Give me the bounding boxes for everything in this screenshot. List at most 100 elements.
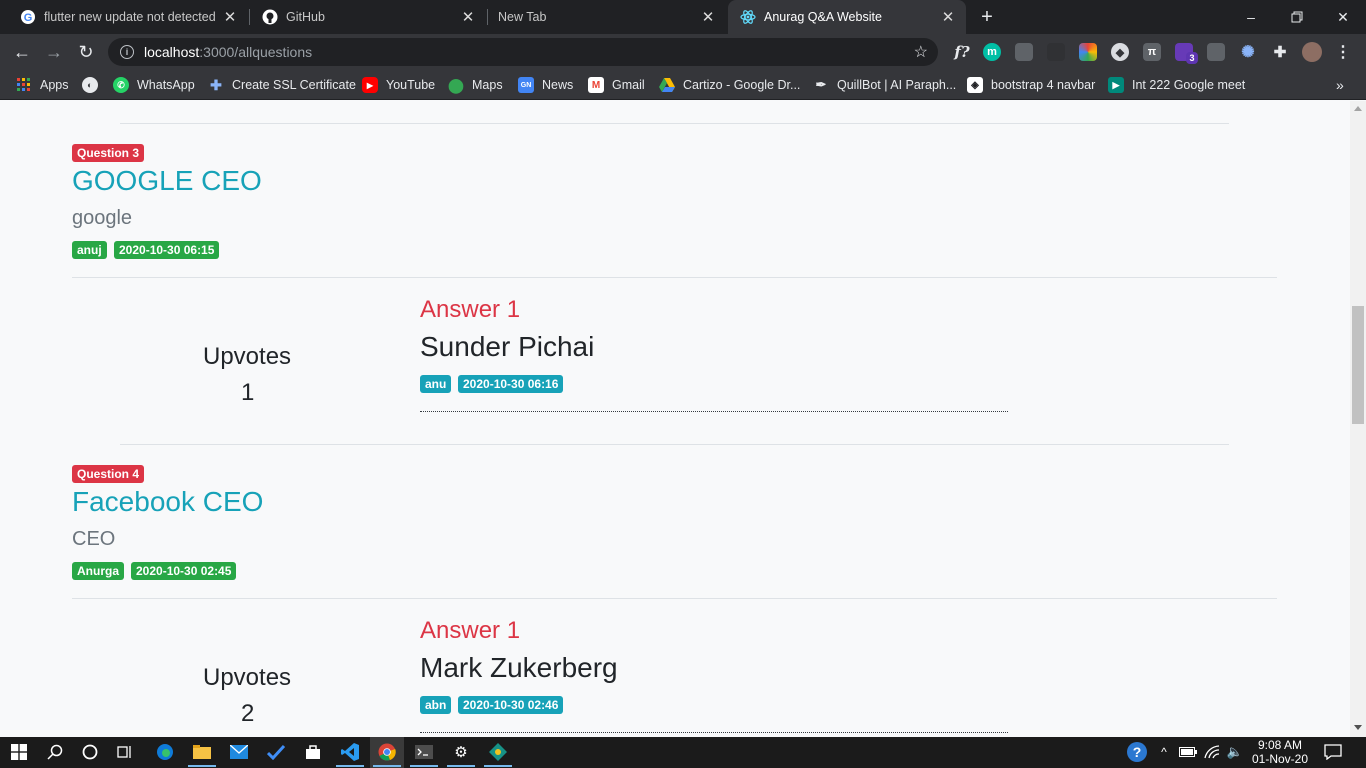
puzzle-extensions-icon[interactable]: ✚: [1271, 43, 1289, 61]
browser-toolbar: ← → ↻ i localhost:3000/allquestions ☆ f?…: [0, 34, 1366, 70]
scroll-up-arrow-icon[interactable]: [1354, 106, 1362, 111]
settings-gear-icon[interactable]: ⚙: [450, 741, 472, 763]
bookmark-youtube[interactable]: ▶ YouTube: [362, 76, 435, 94]
scrollbar-thumb[interactable]: [1352, 306, 1364, 424]
bookmark-label: Cartizo - Google Dr...: [683, 78, 801, 92]
bookmark-news[interactable]: GN News: [518, 76, 573, 94]
forward-arrow-icon[interactable]: →: [41, 39, 67, 65]
running-app-indicator: [188, 765, 216, 767]
url-text: localhost:3000/allquestions: [144, 44, 312, 60]
office-extension-icon[interactable]: [1207, 43, 1225, 61]
close-icon[interactable]: ✕: [220, 7, 240, 27]
new-tab-button[interactable]: +: [976, 6, 998, 28]
volume-icon[interactable]: 🔈: [1224, 741, 1246, 763]
react-icon: [740, 9, 756, 25]
address-bar[interactable]: i localhost:3000/allquestions ☆: [108, 38, 938, 66]
answer-author-badge: abn: [420, 696, 452, 714]
sparkle-extension-icon[interactable]: ✺: [1239, 43, 1257, 61]
bookmark-quillbot[interactable]: ✒ QuillBot | AI Paraph...: [813, 76, 957, 94]
terminal-icon[interactable]: [413, 741, 435, 763]
show-hidden-icons-chevron-icon[interactable]: ^: [1153, 741, 1175, 763]
bookmarks-overflow-chevron-icon[interactable]: »: [1336, 76, 1344, 94]
todo-check-icon[interactable]: [265, 741, 287, 763]
chrome-icon[interactable]: [376, 741, 398, 763]
quill-icon: ✒: [815, 77, 827, 92]
bookmark-maps[interactable]: ⬤ Maps: [448, 76, 502, 94]
bookmark-whatsapp[interactable]: ✆ WhatsApp: [113, 76, 195, 94]
tab-github[interactable]: GitHub ✕: [250, 0, 486, 34]
bookmark-star-icon[interactable]: ☆: [914, 42, 928, 62]
dark-extension-icon[interactable]: [1047, 43, 1065, 61]
edge-icon[interactable]: [154, 741, 176, 763]
pi-extension-icon[interactable]: π: [1143, 43, 1161, 61]
upvotes-count: 1: [241, 379, 255, 406]
upvotes-label: Upvotes: [203, 664, 292, 691]
tab-title: New Tab: [498, 10, 547, 24]
bookmark-cartizo[interactable]: Cartizo - Google Dr...: [659, 76, 800, 94]
bookmark-google-meet[interactable]: ▶ Int 222 Google meet: [1108, 76, 1245, 94]
window-close-button[interactable]: ✕: [1320, 0, 1366, 34]
tab-flutter[interactable]: G flutter new update not detected ✕: [8, 0, 248, 34]
question-title[interactable]: Facebook CEO: [72, 486, 263, 518]
vscode-icon[interactable]: [339, 741, 361, 763]
m-extension-icon[interactable]: m: [983, 43, 1001, 61]
answer-label: Answer 1: [420, 617, 521, 644]
bookmark-apps[interactable]: Apps: [16, 76, 69, 94]
bookmark-gmail[interactable]: M Gmail: [588, 76, 645, 94]
answer-author-badge: anu: [420, 375, 452, 393]
running-app-indicator: [373, 765, 401, 767]
question-author-badge: Anurga: [72, 562, 124, 580]
store-icon[interactable]: [302, 741, 324, 763]
svg-text:?: ?: [1133, 744, 1142, 760]
formula-extension-icon[interactable]: f?: [951, 43, 973, 61]
tab-anurag-qa[interactable]: Anurag Q&A Website ✕: [728, 0, 966, 34]
bookmark-label: YouTube: [386, 78, 436, 92]
bookmark-label: Int 222 Google meet: [1132, 78, 1246, 92]
back-arrow-icon[interactable]: ←: [9, 39, 35, 65]
compass-extension-icon[interactable]: ◆: [1111, 43, 1129, 61]
bookmark-globe[interactable]: ◐: [82, 76, 106, 94]
page-scrollbar[interactable]: [1350, 101, 1366, 737]
bookmark-create-ssl[interactable]: ✚ Create SSL Certificate: [208, 76, 356, 94]
restore-button[interactable]: [1274, 0, 1320, 34]
reload-icon[interactable]: ↻: [73, 39, 99, 65]
answer-divider: [72, 598, 1277, 599]
scroll-down-arrow-icon[interactable]: [1354, 725, 1362, 730]
notifications-icon[interactable]: [1322, 741, 1344, 763]
close-icon[interactable]: ✕: [458, 7, 478, 27]
answer-label: Answer 1: [420, 296, 521, 323]
menu-kebab-icon[interactable]: ⋮: [1334, 43, 1352, 61]
minimize-button[interactable]: –: [1228, 0, 1274, 34]
system-clock[interactable]: 9:08 AM 01-Nov-20: [1244, 738, 1316, 766]
file-explorer-icon[interactable]: [191, 741, 213, 763]
profile-avatar[interactable]: [1302, 42, 1322, 62]
maps-icon: ⬤: [448, 76, 464, 93]
answer-date-badge: 2020-10-30 02:46: [458, 696, 564, 714]
color-picker-extension-icon[interactable]: [1079, 43, 1097, 61]
question-title[interactable]: GOOGLE CEO: [72, 165, 262, 197]
close-icon[interactable]: ✕: [938, 7, 958, 27]
gray-extension-icon[interactable]: [1015, 43, 1033, 61]
youtube-icon: ▶: [362, 77, 378, 93]
bookmark-label: Create SSL Certificate: [232, 78, 356, 92]
all-questions-page: Question 3 GOOGLE CEO google anuj 2020-1…: [0, 101, 1350, 737]
google-icon: G: [20, 9, 36, 25]
puzzle-icon: ✚: [210, 76, 222, 93]
running-app-indicator: [410, 765, 438, 767]
close-icon[interactable]: ✕: [698, 7, 718, 27]
windows-start-icon[interactable]: [8, 741, 30, 763]
bookmarks-bar: Apps ◐ ✆ WhatsApp ✚ Create SSL Certificate…: [0, 70, 1366, 100]
battery-icon[interactable]: [1177, 741, 1199, 763]
cortana-icon[interactable]: [79, 741, 101, 763]
tab-new-tab[interactable]: New Tab ✕: [488, 0, 726, 34]
search-icon[interactable]: [44, 741, 66, 763]
bookmark-bootstrap[interactable]: ◈ bootstrap 4 navbar: [967, 76, 1095, 94]
task-view-icon[interactable]: [114, 741, 136, 763]
windows-taskbar: ⚙ ? ^ 🔈 9:08 AM 01-Nov-20: [0, 737, 1366, 768]
wifi-icon[interactable]: [1201, 741, 1223, 763]
info-icon[interactable]: i: [120, 45, 134, 59]
url-host: localhost: [144, 44, 200, 60]
git-kraken-icon[interactable]: [487, 741, 509, 763]
mail-icon[interactable]: [228, 741, 250, 763]
help-question-icon[interactable]: ?: [1126, 741, 1148, 763]
